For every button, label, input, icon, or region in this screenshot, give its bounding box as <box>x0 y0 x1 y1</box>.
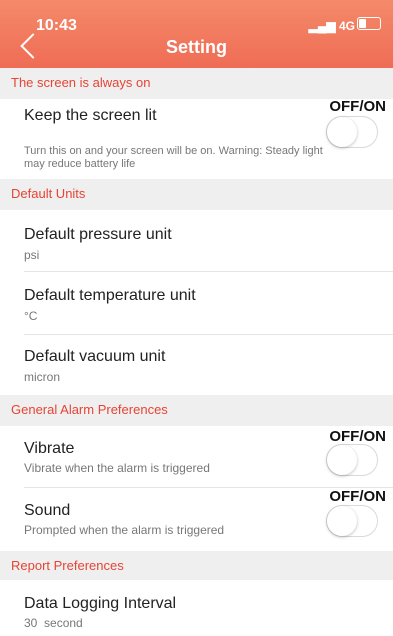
keep-screen-label: Keep the screen lit <box>24 107 157 124</box>
battery-icon <box>357 17 381 30</box>
toggle-knob <box>327 506 357 536</box>
temperature-label: Default temperature unit <box>24 287 196 304</box>
network-indicator: ▂▄▆ 4G <box>309 19 355 33</box>
logging-value: 30 second <box>24 616 83 630</box>
section-label: General Alarm Preferences <box>11 402 168 417</box>
vibrate-label: Vibrate <box>24 440 75 457</box>
vacuum-value: micron <box>24 370 61 384</box>
sound-toggle[interactable] <box>326 505 378 537</box>
toggle-knob <box>327 117 357 147</box>
page-title: Setting <box>166 37 227 57</box>
toggle-knob <box>327 445 357 475</box>
vibrate-description: Vibrate when the alarm is triggered <box>24 461 210 475</box>
section-label: Report Preferences <box>11 558 124 573</box>
divider <box>24 334 393 335</box>
keep-screen-toggle[interactable] <box>326 116 378 148</box>
temperature-value: °C <box>24 309 38 323</box>
section-label: Default Units <box>11 186 86 201</box>
status-time: 10:43 <box>36 17 77 34</box>
toggle-caption: OFF/ON <box>329 98 386 115</box>
vibrate-toggle[interactable] <box>326 444 378 476</box>
divider <box>24 271 393 272</box>
toggle-caption: OFF/ON <box>329 488 386 505</box>
toggle-caption: OFF/ON <box>329 428 386 445</box>
section-screen: The screen is always on <box>0 68 393 99</box>
sound-description: Prompted when the alarm is triggered <box>24 523 225 537</box>
header-bar: 10:43 ▂▄▆ 4G Setting <box>0 0 393 68</box>
pressure-label: Default pressure unit <box>24 226 172 243</box>
sound-label: Sound <box>24 502 71 519</box>
logging-label: Data Logging Interval <box>24 595 177 612</box>
pressure-value: psi <box>24 248 40 262</box>
section-label: The screen is always on <box>11 75 151 90</box>
vacuum-label: Default vacuum unit <box>24 348 166 365</box>
section-report: Report Preferences <box>0 551 393 580</box>
network-label: 4G <box>338 19 355 33</box>
section-units: Default Units <box>0 179 393 210</box>
keep-screen-description: Turn this on and your screen will be on.… <box>24 145 323 170</box>
battery-fill <box>359 19 366 28</box>
signal-icon: ▂▄▆ <box>308 19 336 33</box>
section-alarm: General Alarm Preferences <box>0 395 393 426</box>
